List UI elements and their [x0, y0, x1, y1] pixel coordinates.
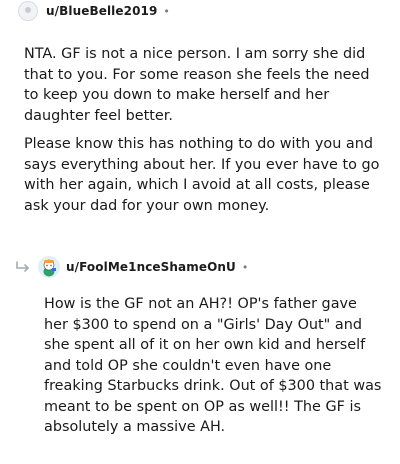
- comment-header: u/BlueBelle2019 •: [0, 0, 400, 30]
- username-link[interactable]: u/BlueBelle2019: [46, 4, 157, 18]
- reply-arrow-icon: [16, 261, 29, 272]
- comment-paragraph: How is the GF not an AH?! OP's father ga…: [44, 296, 382, 435]
- username-link[interactable]: u/FoolMe1nceShameOnU: [66, 260, 236, 274]
- separator-dot: •: [241, 260, 249, 274]
- comment-paragraph: NTA. GF is not a nice person. I am sorry…: [24, 46, 370, 124]
- snoo-avatar-icon[interactable]: [38, 256, 60, 278]
- separator-dot: •: [163, 4, 170, 18]
- comment-foolme1nce: u/FoolMe1nceShameOnU • How is the GF not…: [0, 252, 400, 435]
- comment-body: NTA. GF is not a nice person. I am sorry…: [24, 44, 380, 216]
- comment-bluebelle: u/BlueBelle2019 • NTA. GF is not a nice …: [0, 0, 400, 214]
- comment-paragraph: Please know this has nothing to do with …: [24, 136, 380, 214]
- avatar-placeholder-icon[interactable]: [18, 1, 38, 21]
- comment-header: u/FoolMe1nceShameOnU •: [0, 252, 400, 282]
- comment-body: How is the GF not an AH?! OP's father ga…: [44, 294, 382, 438]
